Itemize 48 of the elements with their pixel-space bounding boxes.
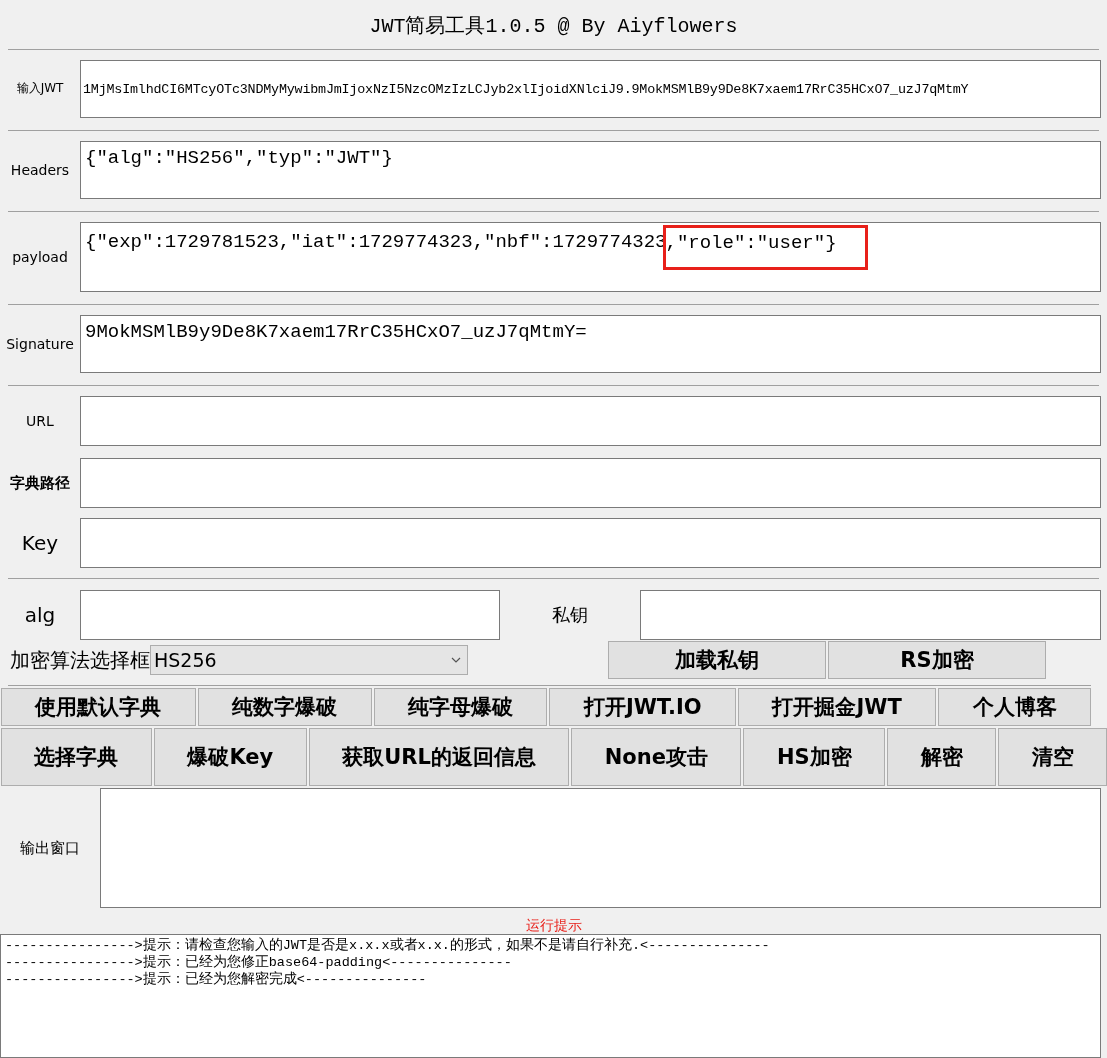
field-value: 9MokMSMlB9y9De8K7xaem17RrC35HCxO7_uzJ7qMtmY=: [85, 321, 587, 343]
field-label: Key: [20, 530, 60, 557]
input-field[interactable]: {"alg":"HS256","typ":"JWT"}: [80, 141, 1101, 199]
action-button[interactable]: 解密: [887, 728, 997, 786]
action-button[interactable]: 打开JWT.IO: [549, 688, 737, 726]
action-button[interactable]: 打开掘金JWT: [738, 688, 937, 726]
input-field[interactable]: [80, 396, 1101, 446]
field-label: 字典路径: [9, 472, 71, 494]
chevron-down-icon: [451, 657, 461, 663]
action-button[interactable]: 纯字母爆破: [373, 688, 548, 726]
highlighted-value: ,"role":"user"}: [665, 232, 837, 254]
action-button[interactable]: 纯数字爆破: [197, 688, 372, 726]
algorithm-dropdown[interactable]: HS256: [150, 645, 468, 675]
action-button[interactable]: 选择字典: [1, 728, 152, 786]
action-button[interactable]: None攻击: [571, 728, 742, 786]
field-label: URL: [25, 412, 55, 431]
action-button[interactable]: HS加密: [743, 728, 886, 786]
field-value: {"alg":"HS256","typ":"JWT"}: [85, 147, 393, 169]
field-label: Signature: [5, 335, 75, 354]
field-label: alg: [23, 603, 57, 627]
action-button[interactable]: 加载私钥: [608, 641, 826, 679]
field-label: payload: [11, 248, 69, 267]
select-label: 加密算法选择框: [9, 646, 150, 674]
field-label: Headers: [9, 161, 71, 180]
log-line: ---------------->提示：已经为您修正base64-padding<---------------: [5, 954, 513, 971]
input-field[interactable]: [640, 590, 1101, 640]
field-label: 输入JWT: [15, 80, 65, 97]
field-label: 私钥: [551, 603, 589, 627]
log-title: 运行提示: [525, 916, 582, 934]
input-field[interactable]: 9MokMSMlB9y9De8K7xaem17RrC35HCxO7_uzJ7qMtmY=: [80, 315, 1101, 373]
action-button[interactable]: 使用默认字典: [1, 688, 196, 726]
window-title: JWT简易工具1.0.5 @ By Aiyflowers: [369, 14, 738, 40]
action-button[interactable]: 个人博客: [938, 688, 1092, 726]
input-field[interactable]: [80, 458, 1101, 508]
field-label: 输出窗口: [19, 837, 81, 859]
log-line: ---------------->提示：请检查您输入的JWT是否是x.x.x或者x.x.的形式，如果不是请自行补充.<---------------: [5, 937, 771, 954]
field-value: 1MjMsImlhdCI6MTcyOTc3NDMyMywibmJmIjoxNzI5NzcOMzIzLCJyb2xlIjoidXNlciJ9.9MokMSMlB9y9De8K7xaem17RrC35HCxO7_uzJ7qMtmY: [83, 81, 969, 97]
input-field[interactable]: [80, 590, 500, 640]
output-field[interactable]: [100, 788, 1101, 908]
action-button[interactable]: RS加密: [828, 641, 1046, 679]
action-button[interactable]: 清空: [998, 728, 1107, 786]
input-field[interactable]: [80, 518, 1101, 568]
action-button[interactable]: 爆破Key: [153, 728, 307, 786]
log-line: ---------------->提示：已经为您解密完成<---------------: [5, 971, 428, 988]
input-field[interactable]: 1MjMsImlhdCI6MTcyOTc3NDMyMywibmJmIjoxNzI5NzcOMzIzLCJyb2xlIjoidXNlciJ9.9MokMSMlB9y9De8K7xaem17RrC35HCxO7_uzJ7qMtmY: [80, 60, 1101, 118]
input-field[interactable]: {"exp":1729781523,"iat":1729774323,"nbf":1729774323,"role":"user"}: [80, 222, 1101, 292]
field-value: {"exp":1729781523,"iat":1729774323,"nbf":1729774323: [85, 231, 667, 253]
action-button[interactable]: 获取URL的返回信息: [308, 728, 570, 786]
